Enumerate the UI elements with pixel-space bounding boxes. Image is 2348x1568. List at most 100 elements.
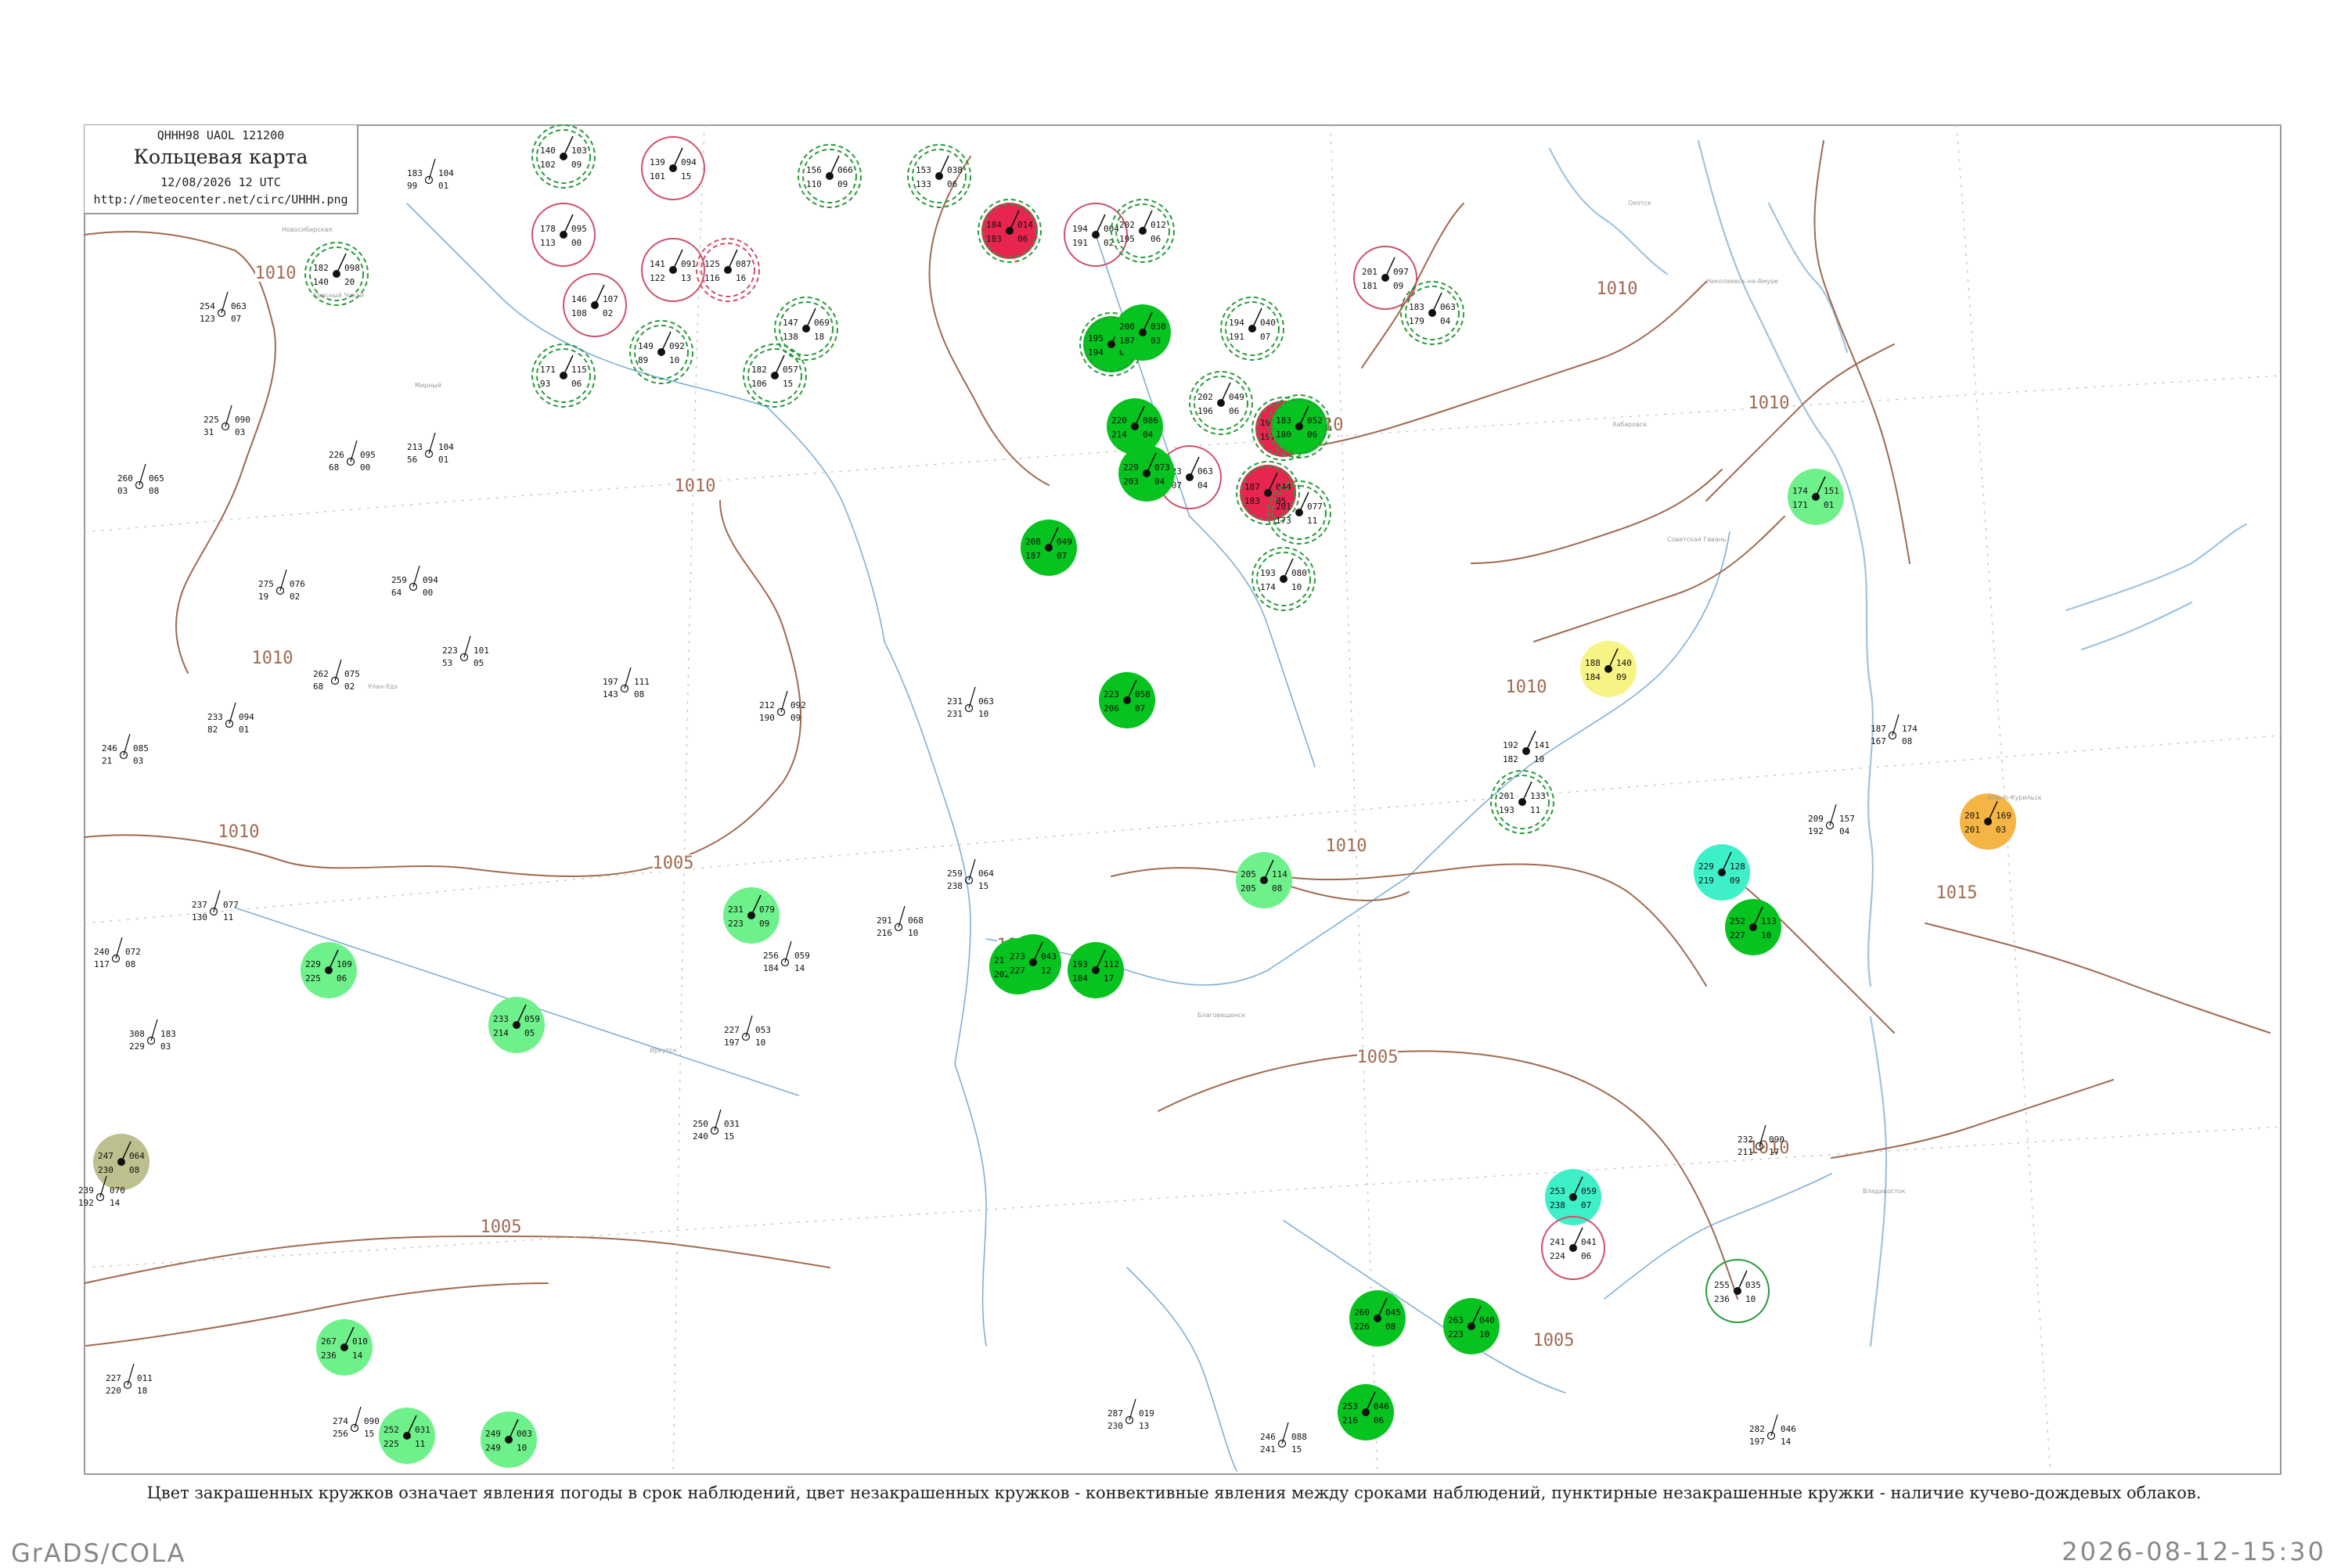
station-pressure: 141 [1534, 740, 1550, 750]
station-pressure: 085 [133, 743, 149, 753]
station-temperature: 287 [1107, 1408, 1123, 1419]
station-temperature: 209 [1808, 814, 1824, 824]
isobar-label: 1010 [252, 649, 294, 668]
station-pressure: 174 [1902, 724, 1918, 734]
station-dewpoint: 240 [693, 1131, 708, 1142]
station-pressure: 113 [1761, 916, 1777, 926]
station-temperature: 194 [1229, 318, 1244, 328]
station-plot: 174 151 171 01 [1788, 469, 1844, 525]
station-pressure: 090 [364, 1416, 380, 1426]
station-temperature: 253 [1342, 1401, 1358, 1412]
station-dewpoint: 123 [200, 314, 215, 324]
station-temperature: 231 [947, 696, 963, 707]
station-pressure: 059 [1581, 1186, 1597, 1196]
station-tendency: 11 [1307, 516, 1317, 526]
station-dewpoint: 227 [1730, 930, 1745, 940]
station-temperature: 201 [1362, 267, 1377, 277]
station-dewpoint: 184 [763, 963, 779, 973]
station-dewpoint: 216 [877, 928, 892, 938]
station-dewpoint: 230 [1107, 1421, 1123, 1431]
station-pressure: 011 [137, 1373, 153, 1383]
station-dewpoint: 184 [1585, 672, 1601, 682]
station-dewpoint: 68 [313, 682, 323, 692]
station-tendency: 15 [783, 379, 793, 389]
station-tendency: 08 [129, 1165, 139, 1175]
station-dewpoint: 140 [313, 277, 329, 287]
station-tendency: 06 [947, 179, 957, 189]
station-pressure: 046 [1781, 1424, 1796, 1434]
station-plot: 267 010 236 14 [316, 1319, 373, 1376]
station-pressure: 049 [1057, 537, 1072, 547]
station-pressure: 031 [415, 1425, 430, 1435]
station-dewpoint: 238 [1550, 1200, 1565, 1210]
station-tendency: 08 [149, 486, 159, 496]
station-dewpoint: 224 [1550, 1251, 1565, 1261]
isobar-label: 1010 [1326, 836, 1367, 856]
station-plot: 252 031 225 11 [379, 1408, 435, 1464]
station-temperature: 149 [638, 341, 654, 351]
station-temperature: 240 [94, 947, 110, 957]
station-temperature: 308 [129, 1029, 145, 1039]
station-tendency: 06 [1229, 406, 1239, 416]
source-url[interactable]: http://meteocenter.net/circ/UHHH.png [85, 192, 357, 207]
station-dewpoint: 193 [1499, 805, 1514, 815]
station-dewpoint: 143 [603, 689, 618, 699]
station-pressure: 076 [290, 579, 305, 589]
station-tendency: 03 [235, 427, 245, 437]
station-dewpoint: 64 [391, 588, 402, 598]
station-tendency: 08 [125, 959, 135, 969]
station-pressure: 111 [634, 677, 650, 687]
station-temperature: 208 [1025, 537, 1041, 547]
station-tendency: 06 [1581, 1251, 1591, 1261]
station-plot: 229 128 219 09 [1694, 844, 1750, 901]
station-pressure: 097 [1393, 267, 1409, 277]
station-pressure: 133 [1530, 791, 1546, 801]
station-temperature: 223 [1104, 689, 1119, 699]
station-dewpoint: 102 [540, 160, 556, 170]
place-label: Николаевск-на-Амуре [1706, 278, 1778, 285]
station-tendency: 02 [603, 308, 613, 318]
place-label: Южно-Курильск [1988, 794, 2042, 801]
station-pressure: 073 [1154, 462, 1170, 473]
station-temperature: 227 [724, 1025, 740, 1035]
station-pressure: 059 [524, 1014, 540, 1024]
station-pressure: 095 [571, 224, 587, 234]
station-dewpoint: 225 [305, 973, 321, 984]
software-credit: GrADS/COLA [11, 1538, 186, 1568]
station-dewpoint: 238 [947, 881, 963, 891]
station-tendency: 08 [634, 689, 644, 699]
station-pressure: 058 [1135, 689, 1151, 699]
station-temperature: 171 [540, 365, 556, 375]
station-dewpoint: 226 [1354, 1322, 1370, 1332]
station-dewpoint: 19 [258, 592, 268, 602]
place-label: Мирный [415, 382, 441, 389]
station-temperature: 178 [540, 224, 556, 234]
station-tendency: 16 [736, 273, 746, 283]
station-temperature: 225 [203, 415, 219, 425]
station-tendency: 07 [1260, 332, 1270, 342]
station-dewpoint: 190 [759, 713, 775, 723]
station-plot: 208 049 187 07 [1021, 520, 1077, 576]
station-pressure: 087 [736, 259, 751, 269]
station-tendency: 15 [1291, 1444, 1302, 1455]
map-header: QHHH98 UAOL 121200 Кольцевая карта 12/08… [85, 125, 358, 214]
station-pressure: 107 [603, 294, 618, 304]
station-dewpoint: 191 [1072, 238, 1088, 248]
isobar-label: 1015 [1936, 883, 1978, 903]
station-temperature: 239 [78, 1185, 94, 1196]
station-plot: 205 114 205 08 [1236, 852, 1292, 908]
station-pressure: 114 [1272, 869, 1287, 879]
station-dewpoint: 108 [571, 308, 587, 318]
station-pressure: 140 [1616, 658, 1632, 668]
station-temperature: 202 [1197, 392, 1213, 402]
station-plot: 233 059 214 05 [488, 997, 545, 1053]
station-dewpoint: 68 [329, 462, 339, 473]
station-temperature: 147 [783, 318, 798, 328]
station-tendency: 04 [1440, 316, 1451, 326]
station-temperature: 146 [571, 294, 587, 304]
station-temperature: 140 [540, 146, 556, 156]
station-pressure: 183 [160, 1029, 176, 1039]
station-pressure: 038 [947, 165, 963, 175]
station-plot: 273 043 227 12 [1005, 934, 1061, 991]
station-temperature: 184 [986, 220, 1002, 230]
